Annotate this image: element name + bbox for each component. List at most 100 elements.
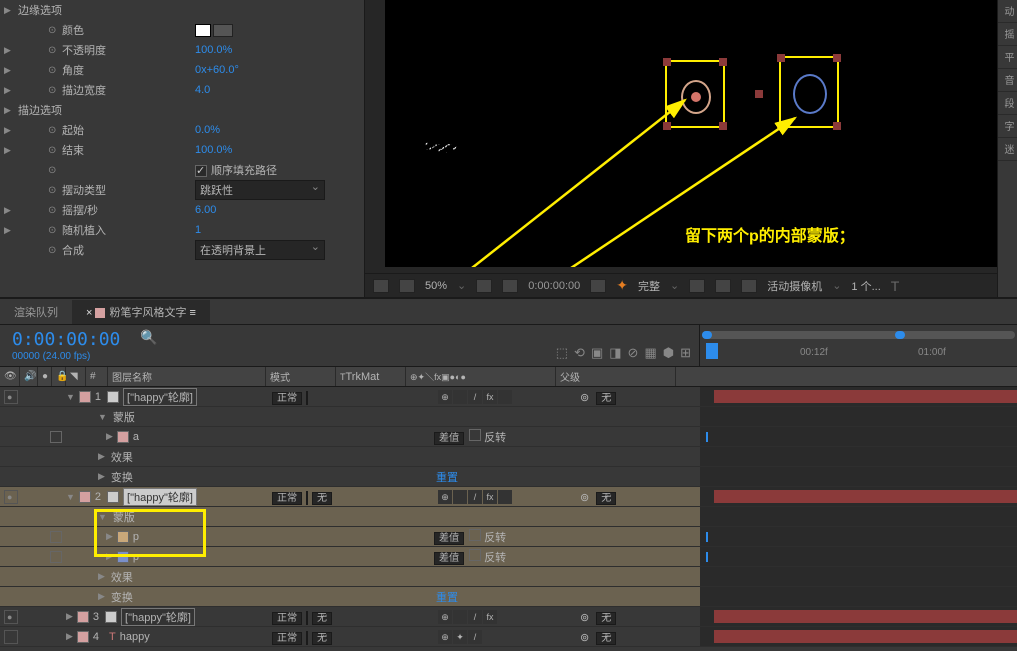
mask-mode-dropdown[interactable]: 差值 — [434, 532, 464, 545]
text-tool-icon[interactable]: T — [891, 278, 900, 294]
label-color[interactable] — [77, 631, 89, 643]
dropdown[interactable]: 跳跃性 — [195, 180, 325, 200]
prop-stroke-options[interactable]: ▶描边选项 — [0, 100, 364, 120]
stopwatch-icon[interactable]: ⊙ — [48, 85, 56, 96]
tab-composition[interactable]: × 粉笔字风格文字 ≡ — [72, 300, 210, 324]
color-mgmt-icon[interactable]: ✦ — [616, 277, 628, 294]
mask-group-row[interactable]: ▼蒙版 — [0, 407, 1017, 427]
rside-6[interactable]: 迷 — [998, 138, 1017, 161]
layer-name[interactable]: ["happy"轮廓] — [121, 608, 195, 626]
layer-name[interactable]: happy — [120, 631, 150, 643]
prop-stroke-width[interactable]: ▶⊙描边宽度4.0 — [0, 80, 364, 100]
grid-icon[interactable] — [373, 279, 389, 293]
layer-row-2[interactable]: ▼ 2 ["happy"轮廓] 正常无 ⊕/fx ⊚ 无 — [0, 487, 1017, 507]
mask-toggle[interactable] — [50, 531, 62, 543]
stopwatch-icon[interactable]: ⊙ — [48, 145, 56, 156]
mode-col[interactable]: 模式 — [266, 367, 336, 386]
time-display[interactable]: 0:00:00:00 — [528, 280, 580, 292]
twirl-icon[interactable]: ▶ — [66, 631, 73, 642]
views-dropdown[interactable]: 1 个... — [851, 278, 880, 294]
twirl-icon[interactable]: ▶ — [106, 431, 113, 442]
name-col[interactable]: 图层名称 — [108, 367, 266, 386]
prop-angle[interactable]: ▶⊙角度0x+60.0° — [0, 60, 364, 80]
mode-dropdown[interactable]: 正常 — [272, 632, 302, 645]
canvas[interactable]: happy 留下两个p的内部蒙版； — [385, 0, 997, 267]
trkmat-col[interactable]: T TrkMat — [336, 367, 406, 386]
trkmat-dropdown[interactable]: 无 — [312, 492, 332, 505]
audio-col-icon[interactable]: 🔊 — [20, 367, 38, 386]
layer-row-1[interactable]: ▼ 1 ["happy"轮廓] 正常 ⊕/fx ⊚ 无 — [0, 387, 1017, 407]
invert-checkbox[interactable] — [469, 429, 481, 441]
invert-checkbox[interactable] — [469, 549, 481, 561]
prop-edge-options[interactable]: ▶边缘选项 — [0, 0, 364, 20]
rside-4[interactable]: 段 — [998, 92, 1017, 115]
num-col[interactable]: # — [86, 367, 108, 386]
rside-3[interactable]: 音 — [998, 69, 1017, 92]
mode-dropdown[interactable]: 正常 — [272, 612, 302, 625]
trkmat-dropdown[interactable]: 无 — [312, 612, 332, 625]
resolution-dropdown[interactable]: 完整 — [638, 278, 660, 294]
trkmat-dropdown[interactable]: 无 — [312, 632, 332, 645]
shy-icon[interactable]: ⟲ — [574, 345, 585, 361]
rside-1[interactable]: 摇 — [998, 23, 1017, 46]
visibility-toggle[interactable] — [4, 630, 18, 644]
prop-wiggle-sec[interactable]: ▶⊙摇摆/秒6.00 — [0, 200, 364, 220]
motion-blur-icon[interactable]: ⊘ — [628, 345, 639, 361]
layer-name[interactable]: ["happy"轮廓] — [123, 488, 197, 506]
twirl-icon[interactable]: ▶ — [98, 451, 105, 462]
stopwatch-icon[interactable]: ⊙ — [48, 205, 56, 216]
snapshot-icon[interactable] — [590, 279, 606, 293]
dropdown[interactable]: 在透明背景上 — [195, 240, 325, 260]
layer-row-3[interactable]: ▶3["happy"轮廓]正常无⊕/fx⊚ 无 — [0, 607, 1017, 627]
eyedropper-icon[interactable] — [213, 24, 233, 37]
mode-dropdown[interactable]: 正常 — [272, 392, 302, 405]
twirl-icon[interactable]: ▶ — [98, 591, 105, 602]
layer-name[interactable]: ["happy"轮廓] — [123, 388, 197, 406]
effects-row-2[interactable]: ▶效果 — [0, 567, 1017, 587]
prop-start[interactable]: ▶⊙起始0.0% — [0, 120, 364, 140]
parent-dropdown[interactable]: 无 — [596, 632, 616, 645]
prop-end[interactable]: ▶⊙结束100.0% — [0, 140, 364, 160]
mask-color[interactable] — [117, 431, 129, 443]
reset-link[interactable]: 重置 — [436, 469, 458, 485]
twirl-icon[interactable]: ▼ — [98, 412, 107, 422]
layer-icon[interactable]: ▣ — [591, 345, 603, 361]
stopwatch-icon[interactable]: ⊙ — [48, 45, 56, 56]
twirl-icon[interactable]: ▶ — [66, 611, 73, 622]
twirl-icon[interactable]: ▼ — [66, 392, 75, 402]
label-col[interactable]: ◥ — [66, 367, 86, 386]
twirl-icon[interactable]: ▶ — [98, 571, 105, 582]
stopwatch-icon[interactable]: ⊙ — [48, 165, 56, 176]
parent-dropdown[interactable]: 无 — [596, 492, 616, 505]
prop-wiggle-type[interactable]: ⊙摆动类型跳跃性 — [0, 180, 364, 200]
graph-icon[interactable]: ▦ — [644, 345, 656, 361]
prop-opacity[interactable]: ▶⊙不透明度100.0% — [0, 40, 364, 60]
search-icon[interactable]: 🔍 — [140, 329, 157, 346]
brain-icon[interactable]: ⬢ — [663, 345, 674, 361]
snap-icon[interactable]: ⊞ — [680, 345, 691, 361]
prop-random-seed[interactable]: ▶⊙随机植入1 — [0, 220, 364, 240]
rside-5[interactable]: 字 — [998, 115, 1017, 138]
mask-toggle[interactable] — [50, 551, 62, 563]
rside-2[interactable]: 平 — [998, 46, 1017, 69]
comp-mini-icon[interactable]: ⬚ — [556, 345, 568, 361]
label-color[interactable] — [79, 491, 91, 503]
trkmat-box[interactable] — [306, 491, 308, 505]
stopwatch-icon[interactable]: ⊙ — [48, 125, 56, 136]
twirl-icon[interactable]: ▶ — [98, 471, 105, 482]
frame-blend-icon[interactable]: ◨ — [609, 345, 621, 361]
switches-col[interactable]: ⊕✦＼fx▣●◐● — [406, 367, 556, 386]
ruler-icon[interactable] — [476, 279, 492, 293]
playhead[interactable] — [706, 343, 718, 359]
mask-mode-dropdown[interactable]: 差值 — [434, 552, 464, 565]
trkmat-box[interactable] — [306, 391, 308, 405]
screen-icon[interactable] — [399, 279, 415, 293]
stopwatch-icon[interactable]: ⊙ — [48, 25, 56, 36]
label-color[interactable] — [79, 391, 91, 403]
prop-color[interactable]: ⊙颜色 — [0, 20, 364, 40]
stopwatch-icon[interactable]: ⊙ — [48, 245, 56, 256]
roi-icon[interactable] — [715, 279, 731, 293]
prop-fill-path[interactable]: ⊙顺序填充路径 — [0, 160, 364, 180]
transform-row-2[interactable]: ▶变换重置 — [0, 587, 1017, 607]
eye-icon[interactable] — [689, 279, 705, 293]
